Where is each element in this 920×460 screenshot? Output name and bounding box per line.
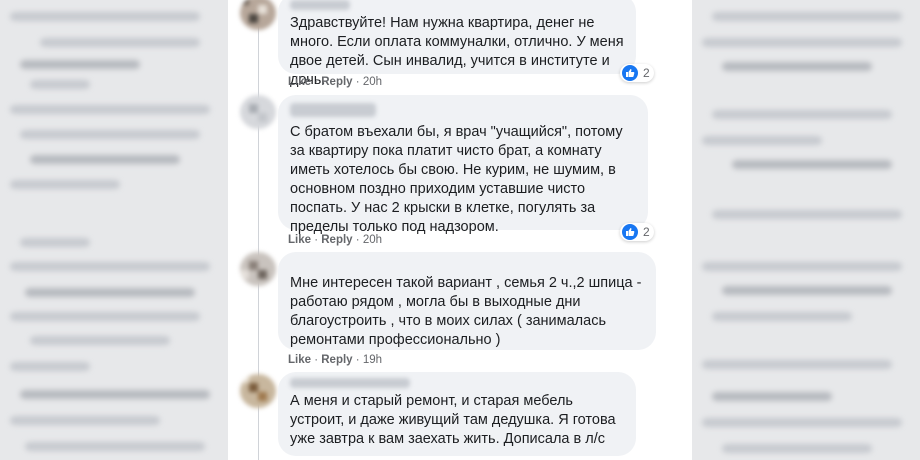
comment-actions: Like · Reply · 19h — [288, 354, 382, 366]
avatar[interactable] — [240, 374, 276, 408]
avatar[interactable] — [240, 95, 276, 129]
avatar[interactable] — [240, 252, 276, 286]
author-name-redacted — [290, 103, 376, 117]
thumbs-up-icon — [622, 224, 638, 240]
blurred-background-right — [692, 0, 920, 460]
blurred-background-left — [0, 0, 228, 460]
reaction-count[interactable]: 2 — [620, 64, 654, 82]
like-link[interactable]: Like — [288, 354, 311, 366]
comment-bubble: А меня и старый ремонт, и старая мебель … — [278, 372, 636, 456]
comments-panel: Здравствуйте! Нам нужна квартира, денег … — [228, 0, 692, 460]
comment-time: 19h — [362, 354, 382, 366]
comment-time: 20h — [362, 234, 382, 246]
author-name-redacted — [290, 0, 350, 10]
comment-time: 20h — [362, 76, 382, 88]
comment-actions: Like · Reply · 20h — [288, 76, 382, 88]
comment-actions: Like · Reply · 20h — [288, 234, 382, 246]
reply-link[interactable]: Reply — [321, 354, 352, 366]
avatar[interactable] — [240, 0, 276, 30]
thumbs-up-icon — [622, 65, 638, 81]
reply-link[interactable]: Reply — [321, 234, 352, 246]
comment-bubble: Здравствуйте! Нам нужна квартира, денег … — [278, 0, 636, 88]
like-link[interactable]: Like — [288, 234, 311, 246]
author-name-redacted — [290, 378, 410, 388]
comment-text: А меня и старый ремонт, и старая мебель … — [290, 393, 616, 447]
reaction-number: 2 — [643, 66, 650, 80]
reaction-count[interactable]: 2 — [620, 223, 654, 241]
reaction-number: 2 — [643, 225, 650, 239]
reply-link[interactable]: Reply — [321, 76, 352, 88]
comment-text: Мне интересен такой вариант , семья 2 ч.… — [290, 275, 642, 348]
like-link[interactable]: Like — [288, 76, 311, 88]
comment-bubble: Мне интересен такой вариант , семья 2 ч.… — [278, 252, 656, 350]
comment-text: С братом въехали бы, я врач "учащийся", … — [290, 124, 623, 235]
comment-bubble: С братом въехали бы, я врач "учащийся", … — [278, 95, 648, 235]
